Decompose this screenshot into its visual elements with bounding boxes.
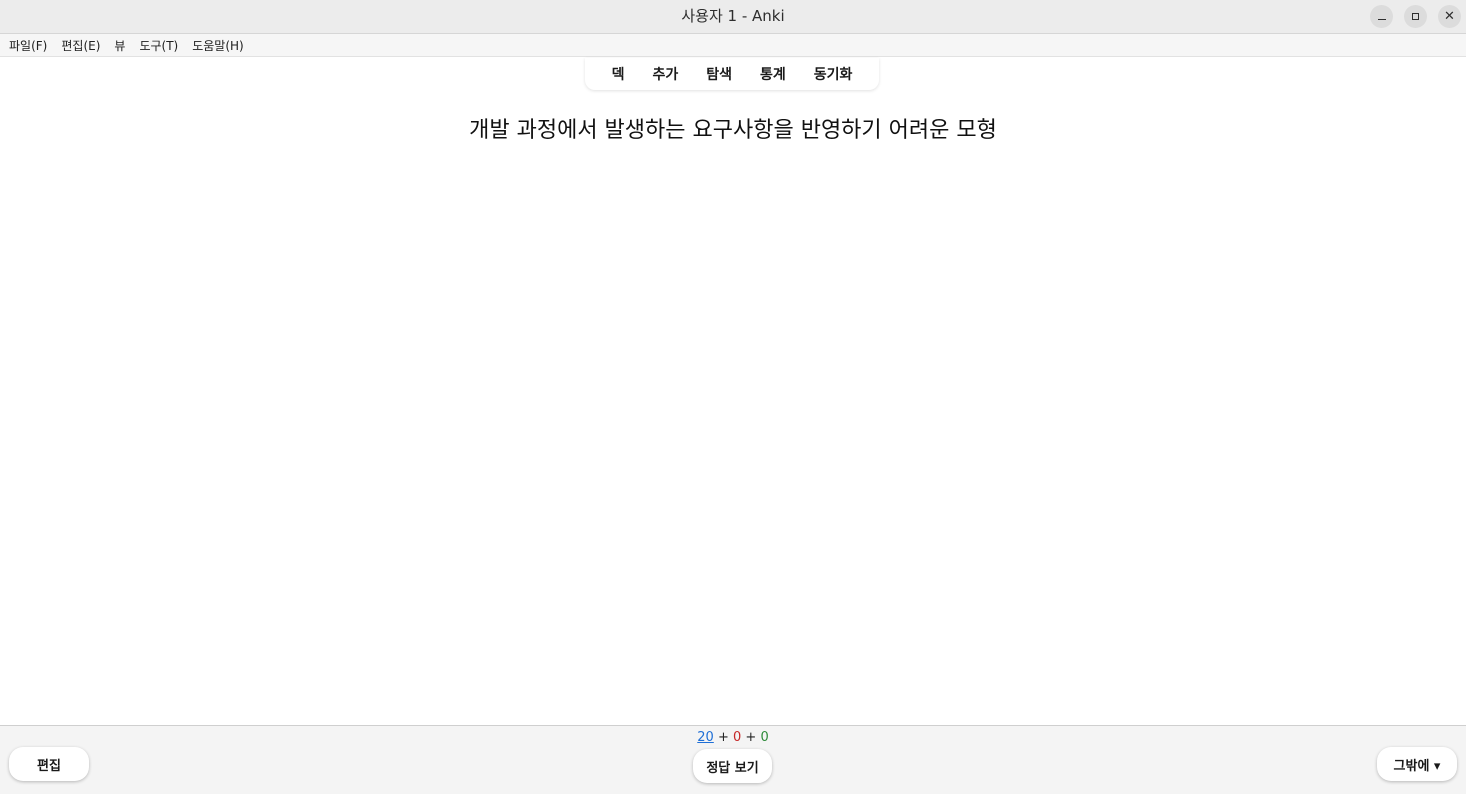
menu-tools[interactable]: 도구(T) <box>134 37 183 54</box>
minimize-icon <box>1377 18 1386 21</box>
edit-button[interactable]: 편집 <box>9 747 89 781</box>
count-separator: + <box>741 730 761 745</box>
new-count: 20 <box>697 730 714 745</box>
menu-file[interactable]: 파일(F) <box>4 37 52 54</box>
menu-view[interactable]: 뷰 <box>109 37 130 54</box>
more-button[interactable]: 그밖에 ▾ <box>1377 747 1457 781</box>
tab-decks[interactable]: 덱 <box>598 64 639 84</box>
maximize-button[interactable] <box>1404 5 1427 28</box>
maximize-icon <box>1412 13 1419 20</box>
count-separator: + <box>713 730 733 745</box>
review-count: 0 <box>760 730 769 745</box>
minimize-button[interactable] <box>1370 5 1393 28</box>
menu-bar: 파일(F) 편집(E) 뷰 도구(T) 도움말(H) <box>0 34 1466 57</box>
tab-browse[interactable]: 탐색 <box>692 64 746 84</box>
tab-add[interactable]: 추가 <box>638 64 692 84</box>
review-bottom-bar: 20 + 0 + 0 편집 정답 보기 그밖에 ▾ <box>0 725 1466 794</box>
tab-sync[interactable]: 동기화 <box>800 64 867 84</box>
anki-window: 사용자 1 - Anki ✕ 파일(F) 편집(E) 뷰 도구(T) 도움말(H… <box>0 0 1466 794</box>
menu-help[interactable]: 도움말(H) <box>187 37 249 54</box>
close-icon: ✕ <box>1444 9 1455 24</box>
tab-stats[interactable]: 통계 <box>746 64 800 84</box>
close-button[interactable]: ✕ <box>1438 5 1461 28</box>
show-answer-button[interactable]: 정답 보기 <box>693 749 772 783</box>
due-counts: 20 + 0 + 0 <box>0 730 1466 745</box>
main-toolbar: 덱 추가 탐색 통계 동기화 <box>585 58 879 90</box>
menu-edit[interactable]: 편집(E) <box>56 37 105 54</box>
window-title: 사용자 1 - Anki <box>681 7 785 25</box>
card-question: 개발 과정에서 발생하는 요구사항을 반영하기 어려운 모형 <box>469 118 997 143</box>
title-bar[interactable]: 사용자 1 - Anki ✕ <box>0 0 1466 34</box>
